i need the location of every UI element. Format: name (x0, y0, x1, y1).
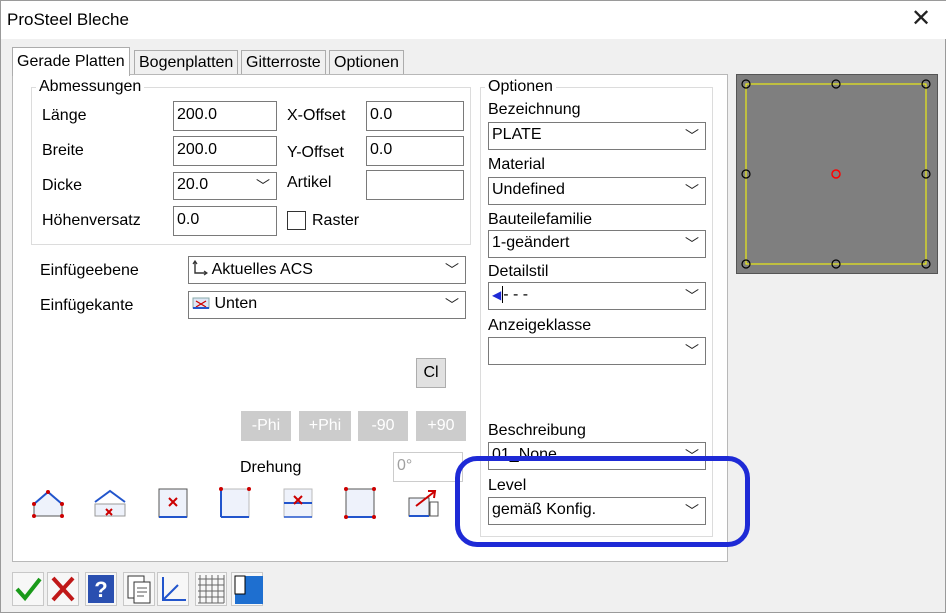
anzeigeklasse-select[interactable]: ﹀ (488, 337, 706, 365)
chevron-down-icon: ﹀ (445, 297, 459, 313)
ucs-icon (192, 259, 209, 276)
detailstil-label: Detailstil (488, 263, 549, 280)
material-label: Material (488, 156, 545, 173)
tab-bogenplatten[interactable]: Bogenplatten (134, 50, 239, 75)
insert-corners-icon[interactable] (343, 486, 377, 520)
copy-properties-icon[interactable] (123, 572, 155, 606)
xoffset-field[interactable]: 0.0 (366, 101, 464, 131)
einfuegekante-select[interactable]: Unten ﹀ (188, 291, 466, 319)
dicke-select[interactable]: 20.0 ﹀ (173, 172, 277, 200)
insert-middle-line-icon[interactable] (281, 486, 315, 520)
xoffset-label: X-Offset (287, 107, 346, 124)
optionen-title: Optionen (485, 78, 556, 96)
bezeichnung-value: PLATE (492, 126, 542, 143)
detail-marker-icon: ◀ (492, 288, 502, 302)
drehung-field[interactable]: 0° (393, 452, 463, 482)
plate-preview-drawing (741, 79, 931, 269)
grid-icon[interactable] (195, 572, 227, 606)
chevron-down-icon: ﹀ (685, 288, 699, 304)
beschreibung-label: Beschreibung (488, 422, 586, 439)
tab-optionen[interactable]: Optionen (329, 50, 404, 75)
tab-gerade-platten[interactable]: Gerade Platten (12, 47, 130, 76)
chevron-down-icon: ﹀ (445, 262, 459, 278)
insert-top-arc-icon[interactable] (31, 486, 65, 520)
plus-phi-button[interactable]: +Phi (299, 411, 351, 441)
chevron-down-icon: ﹀ (256, 178, 270, 194)
cancel-icon[interactable] (47, 572, 79, 606)
axis-icon[interactable] (157, 572, 189, 606)
yoffset-label: Y-Offset (287, 144, 344, 161)
chevron-down-icon: ﹀ (685, 236, 699, 252)
insert-left-corner-icon[interactable] (218, 486, 252, 520)
yoffset-field[interactable]: 0.0 (366, 136, 464, 166)
edge-bottom-icon (192, 297, 210, 309)
detailstil-select[interactable]: ◀ - - - ﹀ (488, 282, 706, 310)
einfuegeebene-select[interactable]: Aktuelles ACS ﹀ (188, 256, 466, 284)
svg-text:?: ? (94, 577, 107, 602)
title-bar: ProSteel Bleche ✕ (1, 1, 946, 39)
einfuegeebene-label: Einfügeebene (40, 262, 139, 279)
plate-preview (736, 74, 938, 274)
artikel-field[interactable] (366, 170, 464, 200)
ok-check-icon[interactable] (12, 572, 44, 606)
raster-label: Raster (312, 212, 360, 229)
insert-top-center-icon[interactable] (93, 486, 127, 520)
minus-phi-button[interactable]: -Phi (241, 411, 291, 441)
material-select[interactable]: Undefined ﹀ (488, 177, 706, 205)
breite-label: Breite (42, 142, 84, 159)
einfuegekante-label: Einfügekante (40, 297, 134, 314)
chevron-down-icon: ﹀ (685, 183, 699, 199)
hoehenversatz-field[interactable]: 0.0 (173, 206, 277, 236)
insert-center-icon[interactable] (156, 486, 190, 520)
bezeichnung-label: Bezeichnung (488, 101, 581, 118)
bauteilefamilie-select[interactable]: 1-geändert ﹀ (488, 230, 706, 258)
bauteilefamilie-label: Bauteilefamilie (488, 211, 593, 228)
drehung-label: Drehung (240, 459, 302, 476)
hoehenversatz-label: Höhenversatz (42, 212, 141, 229)
help-icon[interactable]: ? (85, 572, 117, 606)
anzeigeklasse-label: Anzeigeklasse (488, 317, 592, 334)
laenge-field[interactable]: 200.0 (173, 101, 277, 131)
bauteilefamilie-value: 1-geändert (492, 234, 570, 251)
close-icon[interactable]: ✕ (904, 4, 938, 36)
bezeichnung-select[interactable]: PLATE ﹀ (488, 122, 706, 150)
minus-90-button[interactable]: -90 (358, 411, 408, 441)
detailstil-value: - - - (502, 286, 529, 303)
window-title: ProSteel Bleche (7, 10, 129, 29)
tab-gitterroste[interactable]: Gitterroste (241, 50, 326, 75)
einfuegekante-value: Unten (214, 295, 258, 312)
laenge-label: Länge (42, 107, 87, 124)
material-value: Undefined (492, 181, 565, 198)
insert-arrow-icon[interactable] (406, 486, 440, 520)
chevron-down-icon: ﹀ (685, 343, 699, 359)
breite-field[interactable]: 200.0 (173, 136, 277, 166)
plus-90-button[interactable]: +90 (416, 411, 466, 441)
plate-shape-icon[interactable] (231, 572, 263, 606)
abmessungen-title: Abmessungen (36, 78, 145, 96)
cl-button[interactable]: Cl (416, 358, 446, 388)
dialog-window: ProSteel Bleche ✕ Gerade Platten Bogenpl… (0, 0, 946, 613)
einfuegeebene-value: Aktuelles ACS (211, 261, 313, 278)
dicke-label: Dicke (42, 177, 83, 194)
chevron-down-icon: ﹀ (685, 128, 699, 144)
raster-checkbox[interactable] (287, 211, 306, 230)
dicke-value: 20.0 (177, 176, 209, 193)
artikel-label: Artikel (287, 174, 332, 191)
highlight-annotation (455, 456, 750, 547)
